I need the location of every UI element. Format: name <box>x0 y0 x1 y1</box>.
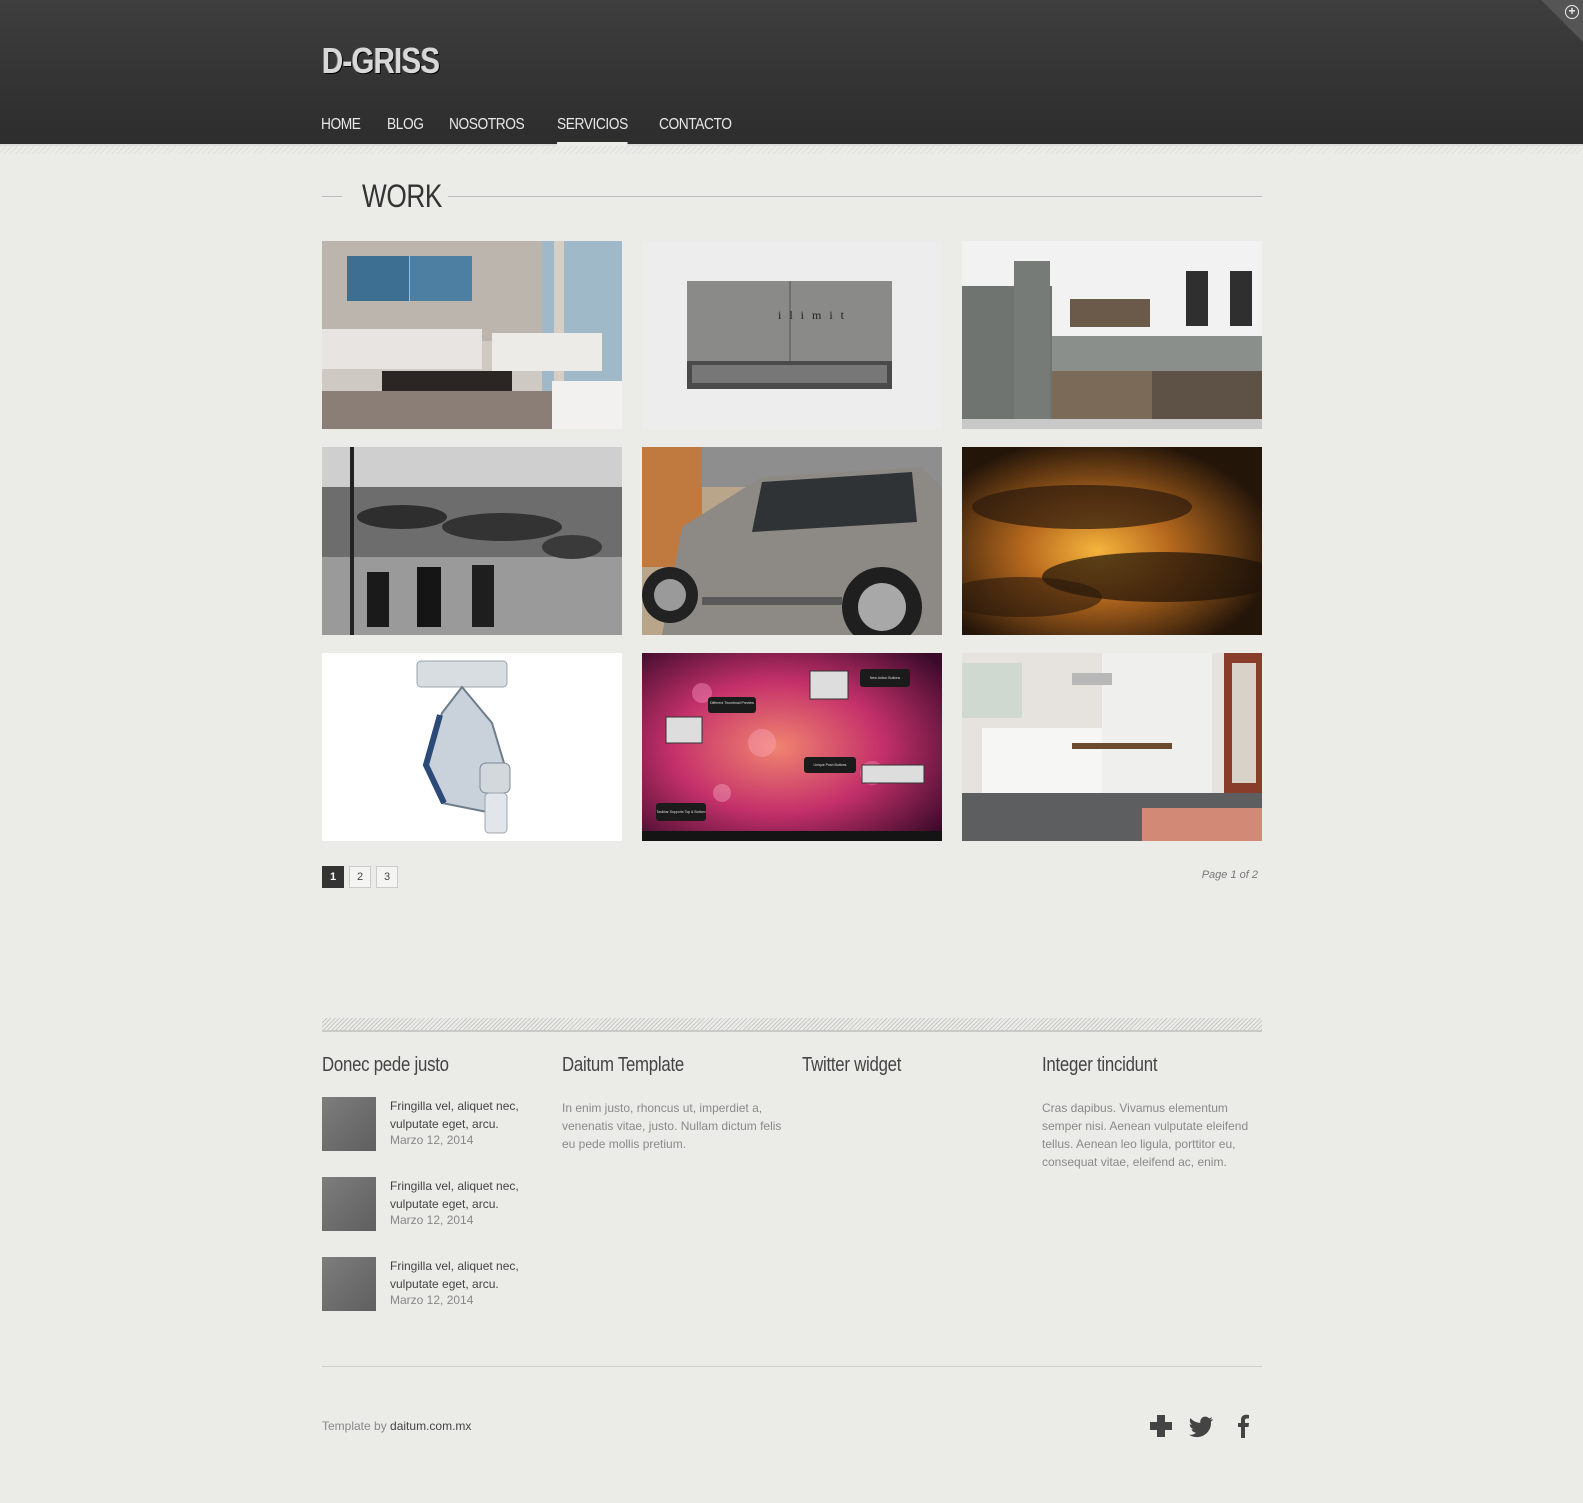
title-divider-left <box>322 196 342 197</box>
post-item[interactable]: Fringilla vel, aliquet nec, vulputate eg… <box>322 1097 550 1153</box>
portfolio-item-ilimit-box[interactable]: ilimit <box>642 241 942 429</box>
plus-icon[interactable] <box>1147 1412 1175 1440</box>
page-title: WORK <box>362 178 442 214</box>
twitter-icon[interactable] <box>1188 1412 1216 1440</box>
widget-text: Cras dapibus. Vivamus elementum semper n… <box>1042 1101 1249 1169</box>
post-item[interactable]: Fringilla vel, aliquet nec, vulputate eg… <box>322 1257 550 1313</box>
pagination: 1 2 3 <box>322 866 398 888</box>
page-2-button[interactable]: 2 <box>349 866 371 888</box>
ilimit-caption: ilimit <box>778 308 852 322</box>
widget-text: In enim justo, rhoncus ut, imperdiet a, … <box>562 1101 782 1151</box>
post-title[interactable]: Fringilla vel, aliquet nec, vulputate eg… <box>390 1257 550 1293</box>
portfolio-item-desktop-screenshot[interactable]: Different Thumbnail Preview New Action B… <box>642 653 942 841</box>
footer-credits: Template by daitum.com.mx <box>322 1419 471 1433</box>
title-divider-right <box>448 196 1262 197</box>
portfolio-item-medical-mask[interactable] <box>322 653 622 841</box>
portfolio-item-vintage-beach[interactable] <box>322 447 622 635</box>
portfolio-item-living-room[interactable] <box>322 241 622 429</box>
plus-circle-icon[interactable]: + <box>1565 5 1579 19</box>
widget-title: Daitum Template <box>562 1054 684 1076</box>
credit-link[interactable]: daitum.com.mx <box>390 1419 471 1433</box>
facebook-icon[interactable] <box>1229 1412 1257 1440</box>
svg-text:New Action Buttons: New Action Buttons <box>870 676 901 680</box>
site-logo[interactable]: D-GRISS <box>322 40 440 82</box>
site-header: D-GRISS HOME BLOG NOSOTROS SERVICIOS CON… <box>0 0 1583 154</box>
portfolio-item-bathroom[interactable] <box>962 241 1262 429</box>
post-date: Marzo 12, 2014 <box>390 1133 474 1147</box>
post-thumbnail[interactable] <box>322 1097 376 1151</box>
nav-contacto[interactable]: CONTACTO <box>659 112 732 146</box>
svg-text:Taskbar Supports Top & Bottom: Taskbar Supports Top & Bottom <box>656 810 705 814</box>
portfolio-item-kitchen[interactable] <box>962 653 1262 841</box>
post-title[interactable]: Fringilla vel, aliquet nec, vulputate eg… <box>390 1097 550 1133</box>
footer-bottom-divider <box>322 1366 1262 1367</box>
post-date: Marzo 12, 2014 <box>390 1293 474 1307</box>
widget-title: Twitter widget <box>802 1054 902 1076</box>
page-1-button[interactable]: 1 <box>322 866 344 888</box>
svg-text:Different Thumbnail Preview: Different Thumbnail Preview <box>710 701 754 705</box>
widget-integer-tincidunt: Integer tincidunt Cras dapibus. Vivamus … <box>1042 1054 1270 1171</box>
widget-recent-posts: Donec pede justo Fringilla vel, aliquet … <box>322 1054 550 1337</box>
main-nav: HOME BLOG NOSOTROS SERVICIOS CONTACTO <box>321 112 764 146</box>
nav-blog[interactable]: BLOG <box>387 112 424 146</box>
nav-home[interactable]: HOME <box>321 112 361 146</box>
page-3-button[interactable]: 3 <box>376 866 398 888</box>
widget-daitum-template: Daitum Template In enim justo, rhoncus u… <box>562 1054 790 1153</box>
post-thumbnail[interactable] <box>322 1177 376 1231</box>
portfolio-item-sunset-clouds[interactable] <box>962 447 1262 635</box>
footer-divider <box>322 1018 1262 1032</box>
portfolio-item-suv-car[interactable] <box>642 447 942 635</box>
nav-nosotros[interactable]: NOSOTROS <box>449 112 525 146</box>
nav-servicios[interactable]: SERVICIOS <box>557 112 628 146</box>
credit-prefix: Template by <box>322 1419 387 1433</box>
post-item[interactable]: Fringilla vel, aliquet nec, vulputate eg… <box>322 1177 550 1233</box>
post-title[interactable]: Fringilla vel, aliquet nec, vulputate eg… <box>390 1177 550 1213</box>
post-thumbnail[interactable] <box>322 1257 376 1311</box>
widget-title: Donec pede justo <box>322 1054 449 1076</box>
svg-text:Unique Push Buttons: Unique Push Buttons <box>814 763 847 767</box>
post-date: Marzo 12, 2014 <box>390 1213 474 1227</box>
widget-twitter: Twitter widget <box>802 1054 1030 1077</box>
page-info: Page 1 of 2 <box>1201 869 1258 881</box>
widget-title: Integer tincidunt <box>1042 1054 1158 1076</box>
